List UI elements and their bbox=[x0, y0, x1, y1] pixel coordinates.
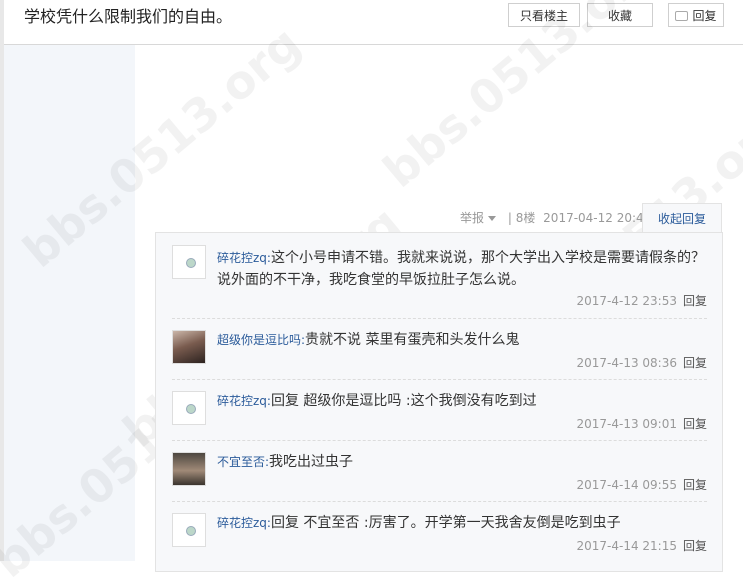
list-item: 碎花控zq:这个小号申请不错。我就来说说，那个大学出入学校是需要请假条的？说外面… bbox=[172, 233, 707, 319]
reply-link[interactable]: 回复 bbox=[683, 294, 707, 308]
collapse-replies-link[interactable]: 收起回复 bbox=[642, 203, 722, 233]
reply-time: 2017-4-13 08:36 bbox=[576, 356, 677, 370]
reply-text: 回复 超级你是逗比吗 :这个我倒没有吃到过 bbox=[270, 393, 537, 409]
reply-link[interactable]: 回复 bbox=[683, 417, 707, 431]
reply-meta: 2017-4-14 21:15 回复 bbox=[576, 538, 707, 554]
list-item: 超级你是逗比吗:贵就不说 菜里有蛋壳和头发什么鬼 2017-4-13 08:36… bbox=[172, 319, 707, 380]
reply-time: 2017-4-14 21:15 bbox=[576, 539, 677, 553]
reply-meta: 2017-4-14 09:55 回复 bbox=[576, 477, 707, 493]
reply-username[interactable]: 碎花控zq: bbox=[217, 394, 271, 408]
reply-button[interactable]: 回复 bbox=[668, 3, 724, 27]
comment-icon bbox=[675, 10, 689, 21]
reply-link[interactable]: 回复 bbox=[683, 478, 707, 492]
reply-text: 这个小号申请不错。我就来说说，那个大学出入学校是需要请假条的？说外面的不干净，我… bbox=[217, 250, 705, 288]
reply-username[interactable]: 碎花控zq: bbox=[217, 516, 271, 530]
post-meta: 举报 | 8楼 2017-04-12 20:40 bbox=[460, 210, 655, 226]
avatar[interactable] bbox=[172, 452, 206, 486]
reply-button-label: 回复 bbox=[692, 9, 717, 23]
reply-username[interactable]: 不宜至否: bbox=[217, 455, 269, 469]
post-datetime: 2017-04-12 20:40 bbox=[543, 211, 652, 225]
avatar[interactable] bbox=[172, 513, 206, 547]
thread-title: 学校凭什么限制我们的自由。 bbox=[24, 7, 233, 26]
avatar[interactable] bbox=[172, 245, 206, 279]
report-link[interactable]: 举报 bbox=[460, 211, 500, 225]
floor-number: | 8楼 bbox=[507, 211, 536, 225]
reply-text: 我吃出过虫子 bbox=[269, 454, 354, 470]
reply-meta: 2017-4-13 09:01 回复 bbox=[576, 416, 707, 432]
list-item: 不宜至否:我吃出过虫子 2017-4-14 09:55 回复 bbox=[172, 441, 707, 502]
reply-panel: 碎花控zq:这个小号申请不错。我就来说说，那个大学出入学校是需要请假条的？说外面… bbox=[155, 232, 723, 572]
list-item: 碎花控zq:回复 不宜至否 :厉害了。开学第一天我舍友倒是吃到虫子 2017-4… bbox=[172, 502, 707, 563]
reply-meta: 2017-4-13 08:36 回复 bbox=[576, 355, 707, 371]
reply-time: 2017-4-14 09:55 bbox=[576, 478, 677, 492]
reply-meta: 2017-4-12 23:53 回复 bbox=[576, 293, 707, 309]
reply-text: 回复 不宜至否 :厉害了。开学第一天我舍友倒是吃到虫子 bbox=[270, 515, 621, 531]
reply-time: 2017-4-13 09:01 bbox=[576, 417, 677, 431]
avatar[interactable] bbox=[172, 391, 206, 425]
reply-time: 2017-4-12 23:53 bbox=[576, 294, 677, 308]
reply-text: 贵就不说 菜里有蛋壳和头发什么鬼 bbox=[305, 332, 520, 348]
reply-username[interactable]: 超级你是逗比吗: bbox=[217, 333, 305, 347]
reply-link[interactable]: 回复 bbox=[683, 539, 707, 553]
reply-link[interactable]: 回复 bbox=[683, 356, 707, 370]
caret-down-icon bbox=[488, 216, 497, 221]
list-item: 碎花控zq:回复 超级你是逗比吗 :这个我倒没有吃到过 2017-4-13 09… bbox=[172, 380, 707, 441]
avatar[interactable] bbox=[172, 330, 206, 364]
reply-username[interactable]: 碎花控zq: bbox=[217, 251, 271, 265]
